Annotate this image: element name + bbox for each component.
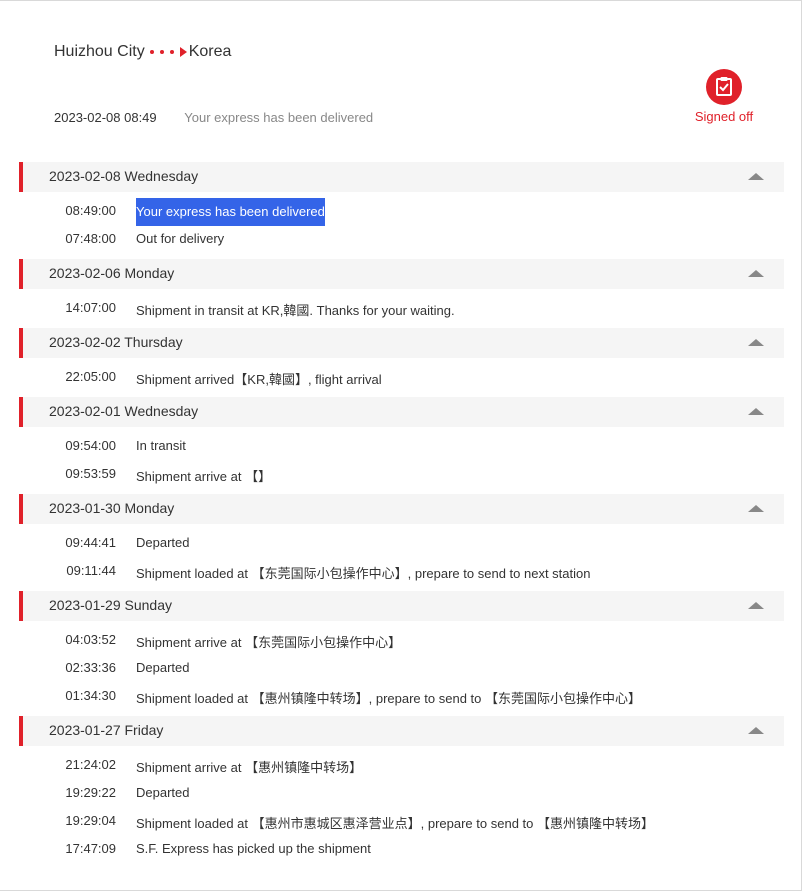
date-group-label: 2023-01-29 Sunday [49,597,172,613]
event-time: 01:34:30 [65,688,116,703]
latest-message: Your express has been delivered [184,110,374,125]
event-row: 09:54:00 In transit [19,432,784,460]
collapse-caret-icon[interactable] [748,339,764,346]
event-message: Shipment loaded at 【惠州市惠城区惠泽营业点】, prepar… [136,816,654,831]
event-row: 02:33:36 Departed [19,654,784,682]
event-row: 21:24:02 Shipment arrive at 【惠州镇隆中转场】 [19,751,784,779]
event-row: 17:47:09 S.F. Express has picked up the s… [19,835,784,863]
date-group-header[interactable]: 2023-02-08 Wednesday [19,162,784,192]
event-row: 07:48:00 Out for delivery [19,225,784,253]
event-list: 09:44:41 Departed 09:11:44 Shipment loaded … [19,524,784,587]
event-row: 09:53:59 Shipment arrive at 【】 [19,460,784,488]
event-message: Your express has been delivered [136,198,325,226]
event-time: 08:49:00 [65,203,116,218]
event-time: 07:48:00 [65,231,116,246]
date-group-label: 2023-02-08 Wednesday [49,168,199,184]
date-group-header[interactable]: 2023-01-27 Friday [19,716,784,746]
collapse-caret-icon[interactable] [748,173,764,180]
event-list: 09:54:00 In transit 09:53:59 Shipment arriv… [19,427,784,490]
date-group-label: 2023-02-02 Thursday [49,334,183,350]
event-row: 08:49:00 Your express has been delivered [19,197,784,226]
collapse-caret-icon[interactable] [748,270,764,277]
event-time: 22:05:00 [65,369,116,384]
route-origin: Huizhou City [54,43,145,60]
event-row: 22:05:00 Shipment arrived【KR,韓國】, flight … [19,363,784,391]
event-message: Departed [136,660,190,675]
event-time: 02:33:36 [65,660,116,675]
route-summary: Huizhou City Korea [54,43,231,61]
event-row: 09:11:44 Shipment loaded at 【东莞国际小包操作中心】,… [19,557,784,585]
event-message: Shipment arrived【KR,韓國】, flight arrival [136,372,382,387]
event-message: Shipment arrive at 【东莞国际小包操作中心】 [136,635,402,650]
event-row: 19:29:04 Shipment loaded at 【惠州市惠城区惠泽营业点】… [19,807,784,835]
tracking-timeline: 2023-02-08 Wednesday 08:49:00 Your express… [19,162,784,865]
date-group-header[interactable]: 2023-01-29 Sunday [19,591,784,621]
collapse-caret-icon[interactable] [748,727,764,734]
event-message: Shipment in transit at KR,韓國. Thanks for… [136,303,455,318]
event-list: 22:05:00 Shipment arrived【KR,韓國】, flight … [19,358,784,393]
date-group-label: 2023-01-30 Monday [49,500,175,516]
event-row: 04:03:52 Shipment arrive at 【东莞国际小包操作中心】 [19,626,784,654]
event-time: 17:47:09 [65,841,116,856]
date-group-label: 2023-01-27 Friday [49,722,164,738]
date-group-label: 2023-02-06 Monday [49,265,175,281]
date-group-header[interactable]: 2023-02-06 Monday [19,259,784,289]
route-destination: Korea [188,43,232,60]
event-list: 08:49:00 Your express has been delivered 0… [19,192,784,255]
collapse-caret-icon[interactable] [748,408,764,415]
event-message: In transit [136,438,186,453]
collapse-caret-icon[interactable] [748,505,764,512]
latest-time: 2023-02-08 08:49 [54,110,157,125]
event-time: 14:07:00 [65,300,116,315]
event-message: Shipment arrive at 【惠州镇隆中转场】 [136,760,363,775]
latest-status: 2023-02-08 08:49 Your express has been d… [54,110,373,125]
event-row: 14:07:00 Shipment in transit at KR,韓國. Th… [19,294,784,322]
event-list: 14:07:00 Shipment in transit at KR,韓國. Th… [19,289,784,324]
event-message: Departed [136,535,190,550]
date-group-header[interactable]: 2023-02-01 Wednesday [19,397,784,427]
event-row: 09:44:41 Departed [19,529,784,557]
signed-clipboard-icon [706,69,742,105]
event-message: Shipment loaded at 【惠州镇隆中转场】, prepare to… [136,691,641,706]
event-time: 19:29:22 [65,785,116,800]
date-group-label: 2023-02-01 Wednesday [49,403,199,419]
event-message: Shipment arrive at 【】 [136,469,272,484]
event-time: 09:44:41 [65,535,116,550]
route-arrow-icon [147,47,187,57]
event-time: 09:11:44 [66,563,116,578]
event-message: Shipment loaded at 【东莞国际小包操作中心】, prepare… [136,566,591,581]
event-row: 01:34:30 Shipment loaded at 【惠州镇隆中转场】, pr… [19,682,784,710]
event-list: 04:03:52 Shipment arrive at 【东莞国际小包操作中心】 0… [19,621,784,712]
event-time: 09:54:00 [65,438,116,453]
event-time: 19:29:04 [65,813,116,828]
event-message: Out for delivery [136,231,225,246]
event-time: 04:03:52 [65,632,116,647]
collapse-caret-icon[interactable] [748,602,764,609]
signed-off-status: Signed off [690,69,758,124]
date-group-header[interactable]: 2023-01-30 Monday [19,494,784,524]
event-row: 19:29:22 Departed [19,779,784,807]
event-message: S.F. Express has picked up the shipment [136,841,371,856]
event-list: 21:24:02 Shipment arrive at 【惠州镇隆中转场】 19:2… [19,746,784,865]
date-group-header[interactable]: 2023-02-02 Thursday [19,328,784,358]
event-message: Departed [136,785,190,800]
event-time: 21:24:02 [65,757,116,772]
status-label: Signed off [694,109,754,124]
event-time: 09:53:59 [65,466,116,481]
